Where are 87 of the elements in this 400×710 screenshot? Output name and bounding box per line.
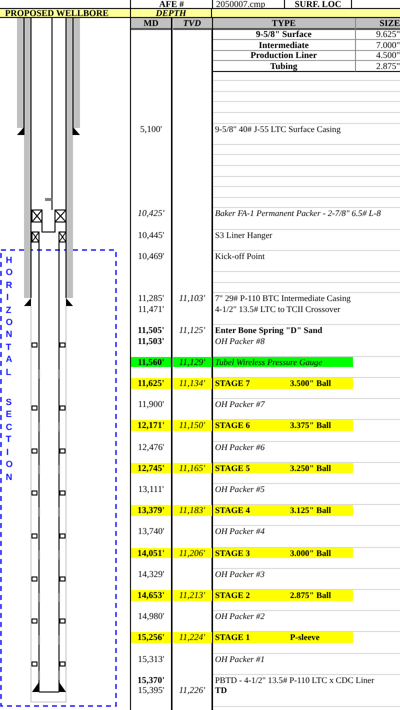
ball-size: 3.125" Ball (290, 505, 332, 516)
description: OH Packer #4 (215, 526, 265, 537)
tvd-depth: 11,224' (178, 632, 205, 642)
casing-size: 4.500" (376, 50, 400, 60)
md-depth: 11,560' (138, 357, 164, 367)
column-header: SIZE (379, 18, 400, 28)
tvd-depth: 11,165' (178, 463, 205, 473)
afe-label: AFE # (159, 0, 184, 9)
description: Enter Bone Spring "D" Sand (215, 325, 322, 336)
md-depth: 11,625' (138, 378, 164, 388)
description: STAGE 7 (215, 378, 250, 389)
md-depth: 15,370' (137, 675, 165, 685)
ball-size: 3.250" Ball (290, 463, 332, 473)
md-depth: 12,476' (138, 442, 164, 452)
tvd-depth: 11,129' (178, 357, 205, 367)
md-depth: 13,379' (137, 505, 165, 515)
description: STAGE 4 (215, 505, 250, 516)
description: STAGE 1 (215, 632, 250, 643)
section-label: HORIZONTAL (4, 254, 12, 378)
tvd-depth: 11,125' (178, 325, 205, 335)
md-depth: 15,256' (137, 632, 165, 642)
md-depth: 15,395' (138, 685, 164, 695)
description: 4-1/2" 13.5# LTC to TCII Crossover (215, 304, 340, 314)
description: OH Packer #1 (215, 654, 265, 664)
description: OH Packer #6 (215, 442, 265, 452)
casing-type: Tubing (270, 60, 298, 70)
depth-title: DEPTH (156, 8, 186, 18)
ball-size: 3.375" Ball (290, 420, 332, 431)
location-label: SURF. LOC (294, 0, 342, 9)
md-depth: 14,051' (137, 548, 165, 558)
casing-size: 9.625" (376, 29, 400, 39)
column-header: MD (144, 18, 158, 28)
description: STAGE 6 (215, 420, 250, 431)
description: STAGE 3 (215, 548, 250, 558)
md-depth: 10,445' (138, 230, 164, 240)
casing-type: Intermediate (258, 40, 309, 50)
md-depth: 10,469' (138, 251, 164, 261)
md-depth: 14,980' (138, 611, 164, 621)
description: OH Packer #3 (215, 569, 265, 579)
description: S3 Liner Hanger (215, 230, 272, 240)
ball-size: 3.500" Ball (290, 378, 332, 389)
tvd-depth: 11,213' (178, 590, 205, 600)
description: PBTD - 4-1/2" 13.5# P-110 LTC x CDC Liner (215, 675, 374, 685)
section-label: SECTION (4, 396, 12, 483)
md-depth: 15,313' (138, 654, 164, 664)
md-depth: 11,900' (138, 399, 164, 409)
description: OH Packer #7 (215, 399, 265, 410)
md-depth: 10,425' (138, 208, 164, 218)
tvd-depth: 11,103' (178, 293, 205, 303)
column-header: TVD (183, 18, 201, 28)
casing-size: 2.875" (376, 60, 400, 70)
md-depth: 13,740' (138, 526, 164, 536)
description: 9-5/8" 40# J-55 LTC Surface Casing (215, 124, 341, 134)
ball-size: 3.000" Ball (290, 548, 332, 558)
md-depth: 11,503' (138, 336, 164, 346)
md-depth: 12,745' (137, 463, 165, 473)
tvd-depth: 11,183' (178, 505, 205, 515)
column-header: TYPE (272, 18, 296, 28)
description: OH Packer #5 (215, 484, 265, 495)
wellbore-title: PROPOSED WELLBORE (5, 8, 109, 18)
description: Tubel Wireless Pressure Gauge (215, 357, 322, 367)
casing-type: Production Liner (250, 50, 318, 60)
tvd-depth: 11,134' (178, 378, 205, 388)
ball-size: P-sleeve (290, 632, 320, 643)
description: 7" 29# P-110 BTC Intermediate Casing (215, 293, 351, 304)
tvd-depth: 11,226' (178, 685, 205, 695)
md-depth: 14,329' (138, 569, 164, 579)
ball-size: 2.875" Ball (290, 590, 332, 601)
description: OH Packer #8 (215, 336, 265, 346)
description: Baker FA-1 Permanent Packer - 2-7/8" 6.5# L-8 (215, 208, 381, 219)
md-depth: 11,285' (138, 293, 164, 303)
md-depth: 14,653' (137, 590, 165, 600)
description: STAGE 2 (215, 590, 250, 601)
description: Kick-off Point (215, 251, 265, 261)
description: OH Packer #2 (215, 611, 265, 622)
casing-size: 7.000" (376, 40, 400, 50)
description: STAGE 5 (215, 463, 250, 473)
md-depth: 13,111' (138, 484, 164, 494)
tvd-depth: 11,150' (178, 420, 205, 430)
tvd-depth: 11,206' (178, 548, 205, 558)
md-depth: 12,171' (137, 420, 165, 430)
description: TD (215, 685, 227, 696)
casing-type: 9-5/8" Surface (256, 29, 312, 39)
md-depth: 11,505' (138, 325, 164, 335)
md-depth: 5,100' (140, 124, 162, 134)
md-depth: 11,471' (138, 304, 164, 314)
afe-number: 2050007.cmp (216, 0, 266, 9)
